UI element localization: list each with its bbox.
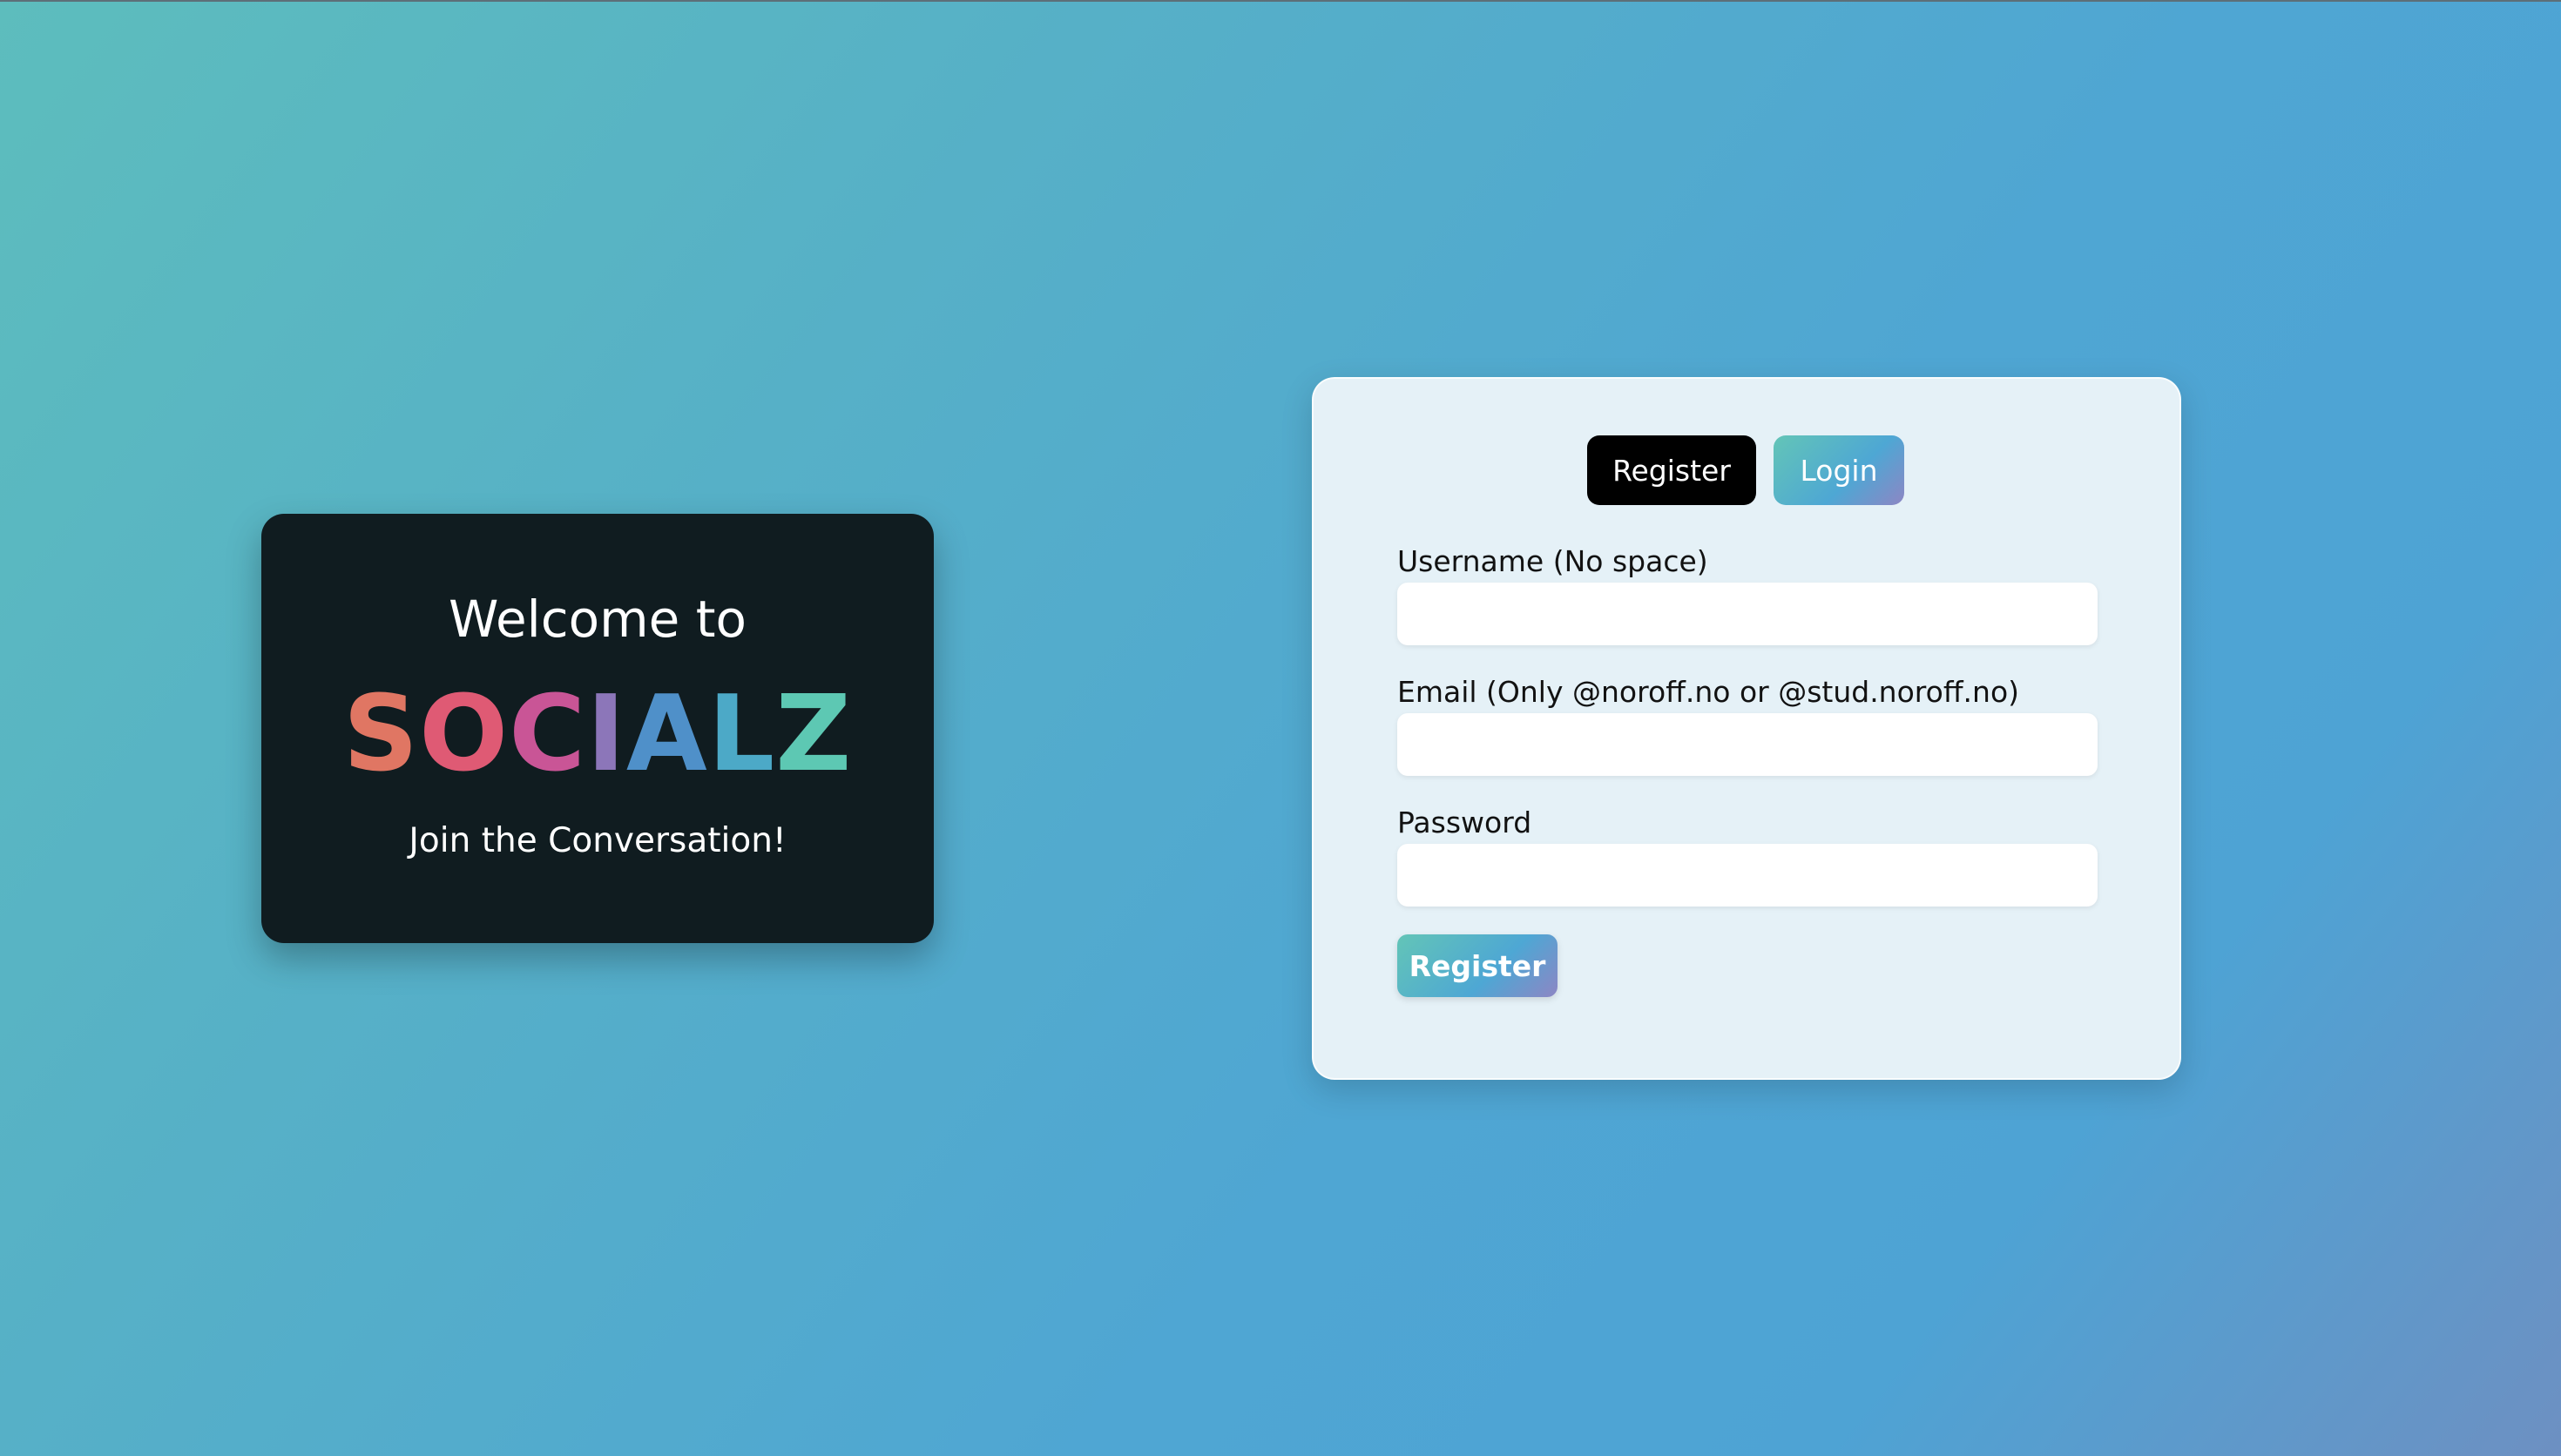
brand-letter: S <box>342 674 420 795</box>
brand-letter: I <box>586 674 626 795</box>
welcome-card: Welcome to S O C I A L Z Join the Conver… <box>261 514 934 943</box>
tab-register[interactable]: Register <box>1587 435 1756 505</box>
email-label: Email (Only @noroff.no or @stud.noroff.n… <box>1397 675 2020 709</box>
window-top-border <box>0 0 2561 2</box>
welcome-title: Welcome to <box>449 590 747 649</box>
username-input[interactable] <box>1397 583 2098 645</box>
auth-form-card: Register Login Username (No space) Email… <box>1312 377 2181 1080</box>
password-input[interactable] <box>1397 844 2098 907</box>
tagline: Join the Conversation! <box>409 821 787 860</box>
password-label: Password <box>1397 806 1532 839</box>
brand-letter: O <box>419 674 510 795</box>
register-submit-button[interactable]: Register <box>1397 934 1558 997</box>
auth-tabs: Register Login <box>1314 435 2179 505</box>
brand-logo: S O C I A L Z <box>343 683 853 787</box>
brand-letter: Z <box>775 674 853 795</box>
brand-letter: L <box>707 674 776 795</box>
brand-letter: A <box>625 674 708 795</box>
brand-letter: C <box>509 674 587 795</box>
tab-login[interactable]: Login <box>1774 435 1904 505</box>
email-input[interactable] <box>1397 713 2098 776</box>
username-label: Username (No space) <box>1397 544 1708 578</box>
